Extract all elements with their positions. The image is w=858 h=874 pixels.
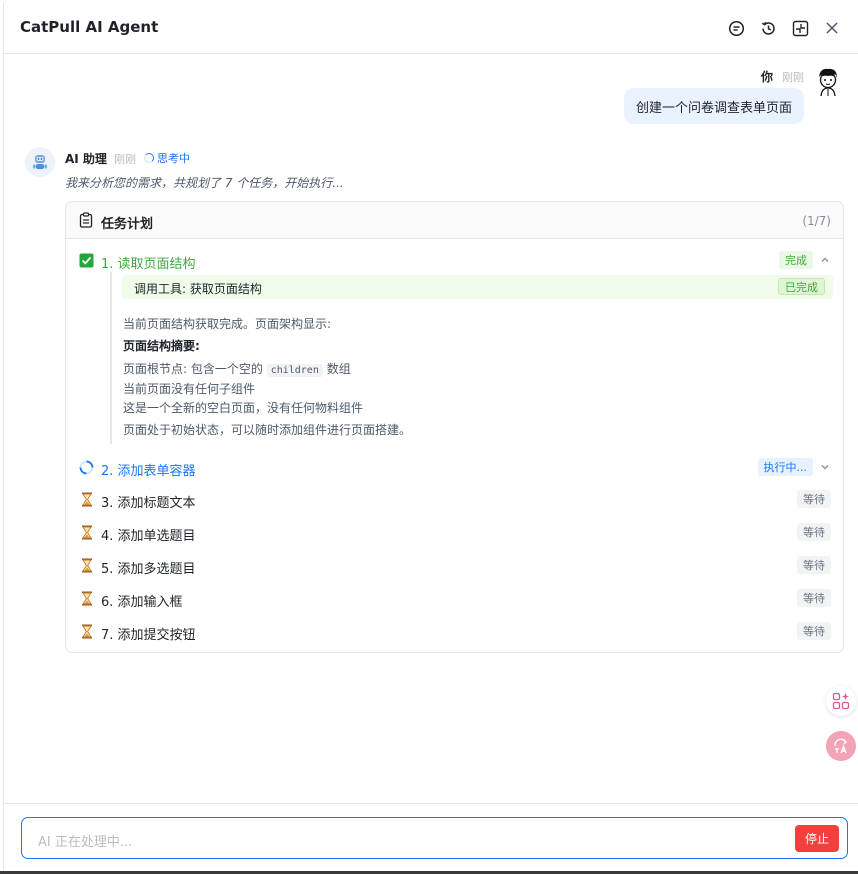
task-label: 6. 添加输入框 — [101, 595, 183, 610]
detail-text: 页面处于初始状态，可以随时添加组件进行页面搭建。 — [123, 423, 412, 437]
task-status-badge: 执行中... — [757, 458, 813, 476]
user-avatar — [812, 65, 844, 97]
task-plan-card: 任务计划 (1/7) 1. 读取页面结构 完成 调用工具: 获取页面结构 已完成 — [65, 201, 844, 653]
input-placeholder: AI 正在处理中... — [38, 835, 133, 850]
ai-message-time: 刚刚 — [114, 153, 136, 166]
user-message-time: 刚刚 — [782, 71, 804, 84]
task-status-badge: 等待 — [797, 556, 831, 574]
hourglass-icon — [79, 492, 94, 507]
thinking-status: 思考中 — [144, 150, 190, 166]
tool-call-row: 调用工具: 获取页面结构 已完成 — [122, 275, 833, 299]
chat-icon — [728, 20, 744, 36]
collapse-button[interactable] — [790, 18, 810, 38]
apps-float-button[interactable] — [826, 686, 856, 716]
chat-window: CatPull AI Agent 你 刚刚 创建一个问卷调查表单页面 AI 助理… — [3, 3, 858, 871]
close-button[interactable] — [822, 18, 842, 38]
user-name: 你 — [761, 70, 774, 84]
task-plan-title: 任务计划 — [101, 217, 154, 232]
task-item[interactable]: 6. 添加输入框 等待 — [66, 587, 843, 611]
header: CatPull AI Agent — [4, 3, 858, 54]
detail-bullet-text: 页面根节点: 包含一个空的 — [123, 362, 263, 376]
user-message-bubble: 创建一个问卷调查表单页面 — [624, 88, 804, 124]
ai-intro-text: 我来分析您的需求，共规划了 7 个任务，开始执行... — [65, 176, 344, 190]
task-label: 3. 添加标题文本 — [101, 496, 196, 511]
task-item[interactable]: 2. 添加表单容器 执行中... — [66, 456, 843, 480]
user-avatar-icon — [819, 68, 837, 97]
task-status-badge: 完成 — [779, 251, 813, 269]
new-chat-button[interactable] — [726, 18, 746, 38]
robot-icon — [33, 155, 47, 169]
task-progress-count: (1/7) — [802, 214, 831, 228]
apps-sparkle-icon — [832, 692, 850, 710]
loading-spinner-icon — [144, 153, 154, 163]
task-status-badge: 等待 — [797, 490, 831, 508]
tool-status-badge: 已完成 — [778, 278, 825, 295]
inline-code: children — [266, 364, 323, 377]
input-divider — [4, 803, 858, 804]
task-item[interactable]: 1. 读取页面结构 完成 — [66, 249, 843, 273]
detail-bullet-text: 数组 — [326, 362, 351, 376]
clipboard-icon — [79, 212, 93, 228]
history-button[interactable] — [758, 18, 778, 38]
detail-bullet: 当前页面没有任何子组件 — [123, 382, 256, 396]
task-detail: 调用工具: 获取页面结构 已完成 当前页面结构获取完成。页面架构显示: 页面结构… — [110, 272, 835, 444]
translate-float-button[interactable] — [826, 731, 856, 761]
task-item[interactable]: 4. 添加单选题目 等待 — [66, 521, 843, 545]
task-label: 7. 添加提交按钮 — [101, 628, 196, 643]
detail-bullet: 页面根节点: 包含一个空的 children 数组 — [123, 360, 351, 377]
app-title: CatPull AI Agent — [20, 18, 159, 36]
task-label: 4. 添加单选题目 — [101, 529, 196, 544]
tool-call-text: 调用工具: 获取页面结构 — [134, 282, 262, 296]
task-label: 2. 添加表单容器 — [101, 464, 196, 479]
shrink-icon — [792, 20, 808, 36]
detail-text: 当前页面结构获取完成。页面架构显示: — [123, 317, 332, 331]
hourglass-icon — [79, 624, 94, 639]
chevron-up-icon[interactable] — [820, 255, 830, 265]
detail-bullet: 这是一个全新的空白页面，没有任何物料组件 — [123, 401, 364, 415]
hourglass-icon — [79, 525, 94, 540]
task-label: 1. 读取页面结构 — [101, 257, 196, 272]
task-status-badge: 等待 — [797, 622, 831, 640]
task-item[interactable]: 3. 添加标题文本 等待 — [66, 488, 843, 512]
close-icon — [826, 22, 838, 34]
task-plan-header: 任务计划 (1/7) — [66, 202, 843, 239]
loading-spinner-icon — [79, 460, 94, 475]
task-status-badge: 等待 — [797, 523, 831, 541]
task-item[interactable]: 5. 添加多选题目 等待 — [66, 554, 843, 578]
ai-avatar — [25, 147, 55, 177]
detail-summary-title: 页面结构摘要: — [123, 339, 200, 353]
thinking-label: 思考中 — [157, 152, 190, 165]
hourglass-icon — [79, 558, 94, 573]
task-item[interactable]: 7. 添加提交按钮 等待 — [66, 620, 843, 644]
hourglass-icon — [79, 591, 94, 606]
chevron-down-icon[interactable] — [820, 462, 830, 472]
history-icon — [761, 21, 775, 35]
message-input[interactable]: AI 正在处理中... 停止 — [21, 817, 848, 859]
task-status-badge: 等待 — [797, 589, 831, 607]
ai-name: AI 助理 — [65, 152, 107, 166]
stop-button[interactable]: 停止 — [795, 825, 839, 852]
check-icon — [79, 253, 94, 268]
task-label: 5. 添加多选题目 — [101, 562, 196, 577]
translate-icon — [834, 738, 847, 754]
